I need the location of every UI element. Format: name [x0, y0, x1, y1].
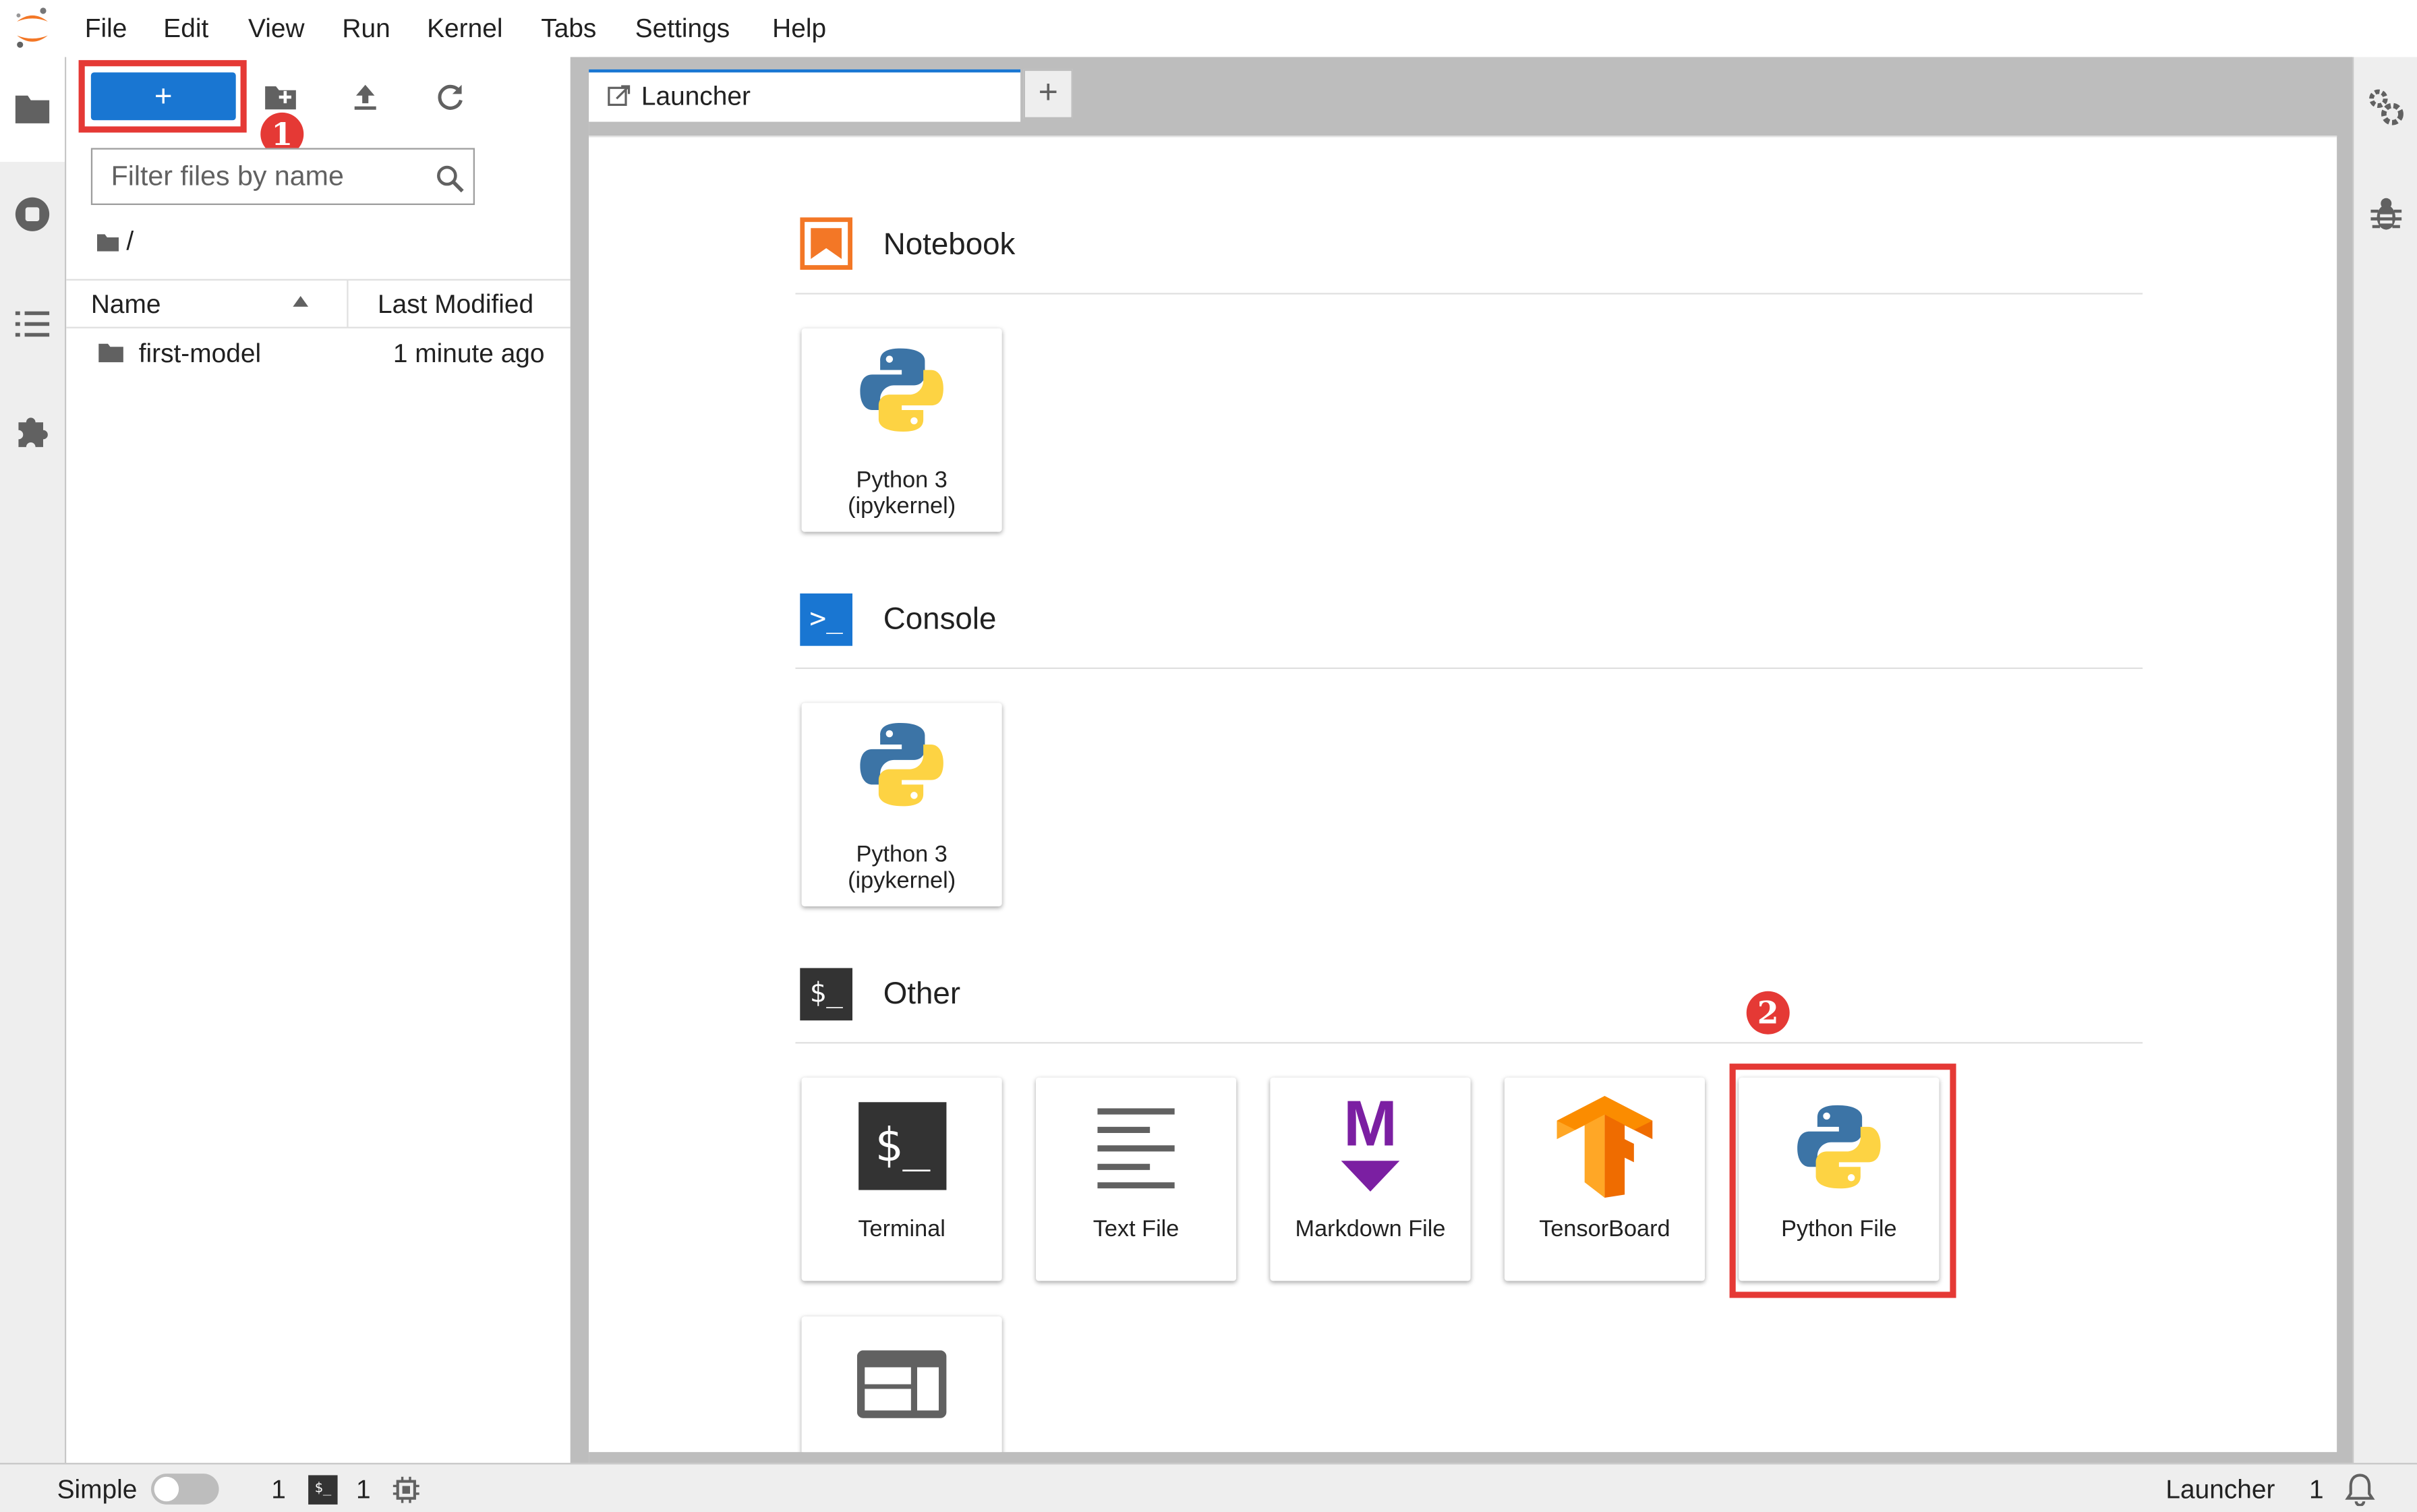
section-title-console: Console — [883, 602, 997, 637]
annotation-box-2 — [1729, 1064, 1956, 1298]
card-sublabel: (ipykernel) — [848, 867, 956, 894]
card-label: Python 3 — [856, 842, 948, 868]
new-tab-button[interactable]: + — [1023, 69, 1073, 119]
terminal-status-icon: $_ — [308, 1475, 338, 1505]
notification-count[interactable]: 1 — [2309, 1475, 2324, 1506]
card-label: Terminal — [858, 1216, 945, 1243]
launcher-tab-icon — [608, 85, 631, 107]
filter-files-input[interactable] — [92, 149, 435, 204]
file-browser-panel: + 1 / Name — [66, 57, 571, 1463]
section-divider — [795, 1042, 2143, 1044]
breadcrumb[interactable]: / — [126, 227, 134, 258]
terminal-icon: $_ — [858, 1102, 947, 1190]
menu-help[interactable]: Help — [772, 14, 826, 45]
debugger-bug-icon[interactable] — [2368, 196, 2405, 233]
simple-mode-toggle[interactable] — [151, 1474, 219, 1505]
card-notebook-python3[interactable]: Python 3 (ipykernel) — [801, 328, 1002, 532]
column-header-last-modified[interactable]: Last Modified — [378, 290, 533, 321]
breadcrumb-folder-icon[interactable] — [96, 231, 121, 253]
menubar: File Edit View Run Kernel Tabs Settings … — [0, 0, 2417, 57]
section-title-notebook: Notebook — [883, 228, 1016, 262]
file-name: first-model — [138, 339, 262, 369]
console-section-icon: >_ — [800, 593, 852, 646]
menu-edit[interactable]: Edit — [163, 14, 208, 45]
kernel-cpu-icon[interactable] — [392, 1475, 421, 1504]
filter-files-field — [90, 148, 475, 205]
toc-icon[interactable] — [14, 308, 51, 339]
file-row[interactable]: first-model 1 minute ago — [66, 330, 570, 376]
section-divider — [795, 667, 2143, 670]
card-console-python3[interactable]: Python 3 (ipykernel) — [801, 703, 1002, 906]
card-text-file[interactable]: Text File — [1036, 1077, 1237, 1281]
notebook-section-icon — [800, 217, 852, 270]
menu-settings[interactable]: Settings — [635, 14, 730, 45]
section-divider — [795, 293, 2143, 295]
folder-icon[interactable] — [14, 91, 51, 125]
extensions-icon[interactable] — [14, 411, 51, 448]
menu-tabs[interactable]: Tabs — [541, 14, 596, 45]
status-bar: Simple 1 $_ 1 Launcher 1 — [0, 1463, 2417, 1512]
tensorboard-icon — [1556, 1096, 1653, 1198]
simple-mode-label: Simple — [57, 1475, 138, 1505]
text-file-icon — [1097, 1108, 1175, 1189]
card-markdown-file[interactable]: M Markdown File — [1270, 1077, 1471, 1281]
card-sublabel: (ipykernel) — [848, 493, 956, 520]
running-icon[interactable] — [14, 196, 51, 233]
card-show-contextual-help[interactable] — [801, 1316, 1002, 1453]
left-activity-bar — [0, 57, 67, 1463]
launcher-panel: Notebook Python 3 (ipykernel) >_ Console — [589, 136, 2337, 1453]
card-label: Markdown File — [1295, 1216, 1446, 1243]
other-section-icon: $_ — [800, 968, 852, 1021]
card-terminal[interactable]: $_ Terminal — [801, 1077, 1002, 1281]
contextual-help-icon — [856, 1350, 947, 1418]
card-label: TensorBoard — [1539, 1216, 1670, 1243]
column-divider — [347, 281, 349, 327]
sort-ascending-icon — [293, 295, 309, 307]
bell-icon[interactable] — [2343, 1472, 2377, 1507]
annotation-badge-2: 2 — [1746, 991, 1790, 1035]
upload-icon[interactable] — [347, 79, 384, 116]
tab-launcher[interactable]: Launcher — [589, 69, 1021, 122]
section-title-other: Other — [883, 977, 961, 1012]
terminals-count[interactable]: 1 — [356, 1475, 371, 1506]
jupyter-logo — [16, 7, 48, 48]
file-modified: 1 minute ago — [392, 339, 545, 369]
menu-run[interactable]: Run — [342, 14, 390, 45]
search-icon — [437, 165, 464, 193]
annotation-box-1 — [78, 60, 247, 133]
card-label: Python 3 — [856, 467, 948, 494]
card-label: Text File — [1093, 1216, 1180, 1243]
tab-bar: Launcher + — [589, 57, 2353, 122]
markdown-arrow-icon — [1341, 1161, 1400, 1192]
new-folder-icon[interactable] — [262, 79, 299, 116]
folder-icon — [98, 343, 123, 363]
menu-view[interactable]: View — [248, 14, 305, 45]
divider — [66, 326, 571, 328]
tab-label: Launcher — [641, 82, 751, 111]
right-sidebar — [2352, 57, 2417, 1463]
divider — [66, 279, 571, 281]
column-header-name[interactable]: Name — [91, 290, 161, 321]
menu-kernel[interactable]: Kernel — [427, 14, 502, 45]
markdown-icon: M — [1343, 1086, 1397, 1159]
python-logo-icon — [860, 348, 943, 432]
active-document-label: Launcher — [2165, 1475, 2275, 1505]
kernels-count[interactable]: 1 — [271, 1475, 286, 1506]
panel-splitter[interactable] — [570, 57, 589, 1463]
card-tensorboard[interactable]: TensorBoard — [1504, 1077, 1705, 1281]
refresh-icon[interactable] — [432, 79, 469, 116]
property-inspector-icon[interactable] — [2368, 88, 2405, 127]
python-logo-icon — [860, 723, 943, 807]
menu-file[interactable]: File — [85, 14, 127, 45]
